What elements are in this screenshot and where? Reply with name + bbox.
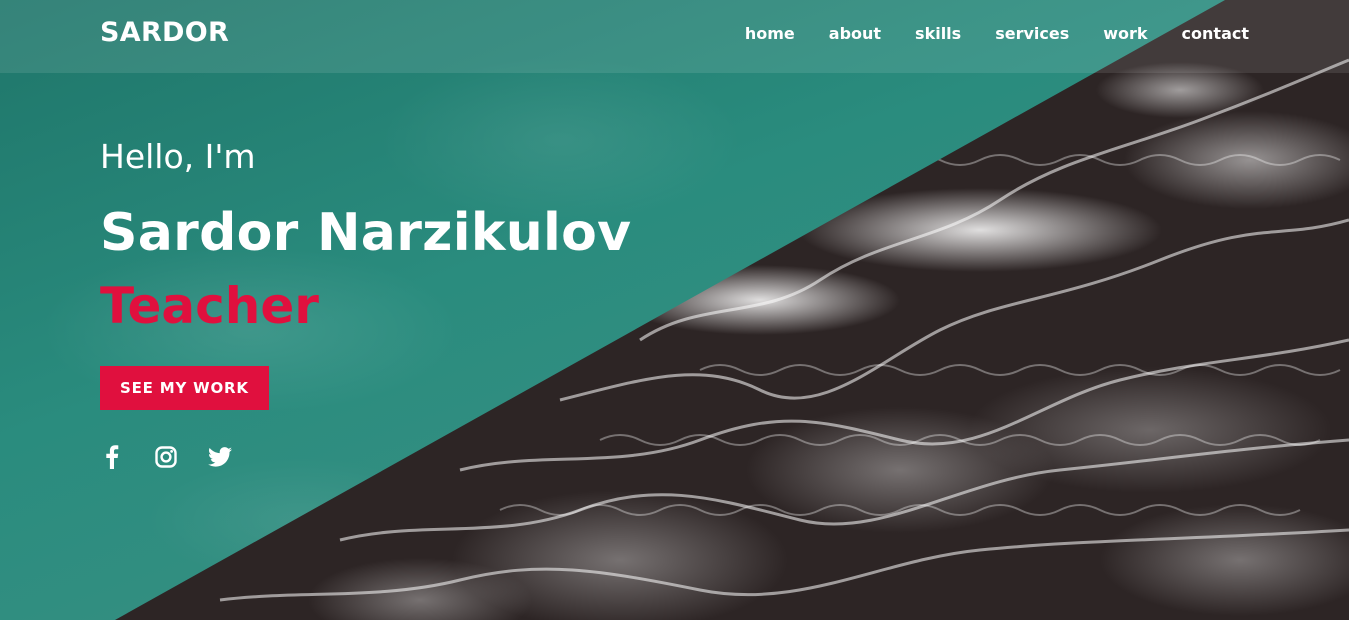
hero-content: Hello, I'm Sardor Narzikulov Teacher SEE… — [100, 135, 631, 469]
see-my-work-button[interactable]: SEE MY WORK — [100, 366, 269, 410]
hero-section: SARDOR home about skills services work c… — [0, 0, 1349, 620]
nav-link-contact[interactable]: contact — [1182, 24, 1249, 43]
nav-link-about[interactable]: about — [829, 24, 881, 43]
twitter-icon[interactable] — [208, 445, 232, 469]
hero-name: Sardor Narzikulov — [100, 203, 632, 263]
social-links — [100, 445, 631, 469]
facebook-icon[interactable] — [100, 445, 124, 469]
nav-link-home[interactable]: home — [745, 24, 795, 43]
instagram-icon[interactable] — [154, 445, 178, 469]
nav-link-services[interactable]: services — [995, 24, 1069, 43]
top-navbar: SARDOR home about skills services work c… — [0, 0, 1349, 73]
nav-link-work[interactable]: work — [1103, 24, 1147, 43]
nav-links: home about skills services work contact — [745, 24, 1249, 43]
site-logo[interactable]: SARDOR — [100, 17, 229, 48]
hero-role: Teacher — [100, 277, 319, 335]
nav-link-skills[interactable]: skills — [915, 24, 961, 43]
hero-greeting: Hello, I'm — [100, 137, 256, 176]
